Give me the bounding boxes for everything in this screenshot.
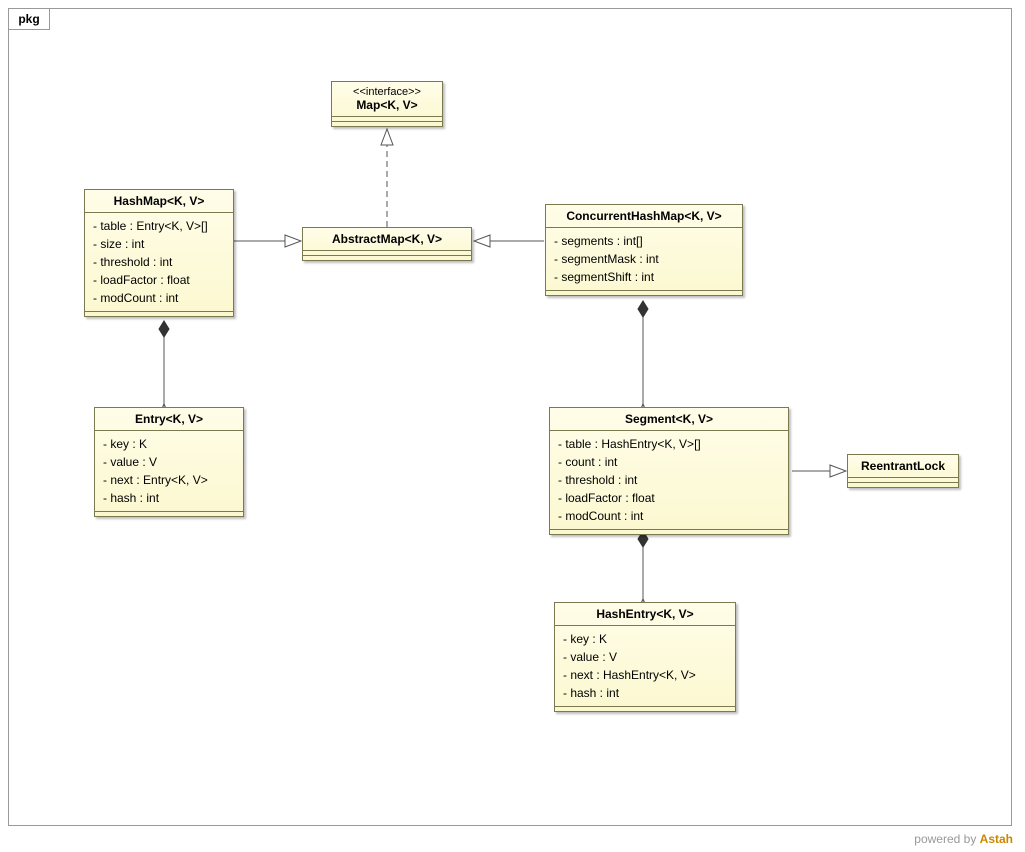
class-reentrantlock: ReentrantLock: [847, 454, 959, 488]
class-segment-attrs: - table : HashEntry<K, V>[] - count : in…: [550, 431, 788, 529]
attr: - hash : int: [103, 489, 235, 507]
class-hashmap-attrs: - table : Entry<K, V>[] - size : int - t…: [85, 213, 233, 311]
class-hashmap-header: HashMap<K, V>: [85, 190, 233, 213]
class-hashentry-header: HashEntry<K, V>: [555, 603, 735, 626]
attr: - value : V: [563, 648, 727, 666]
attr: - segments : int[]: [554, 232, 734, 250]
attr: - segmentShift : int: [554, 268, 734, 286]
footer-credit: powered by Astah: [914, 832, 1013, 846]
attr: - modCount : int: [93, 289, 225, 307]
class-concurrenthashmap: ConcurrentHashMap<K, V> - segments : int…: [545, 204, 743, 296]
footer-brand: Astah: [980, 832, 1013, 846]
class-segment: Segment<K, V> - table : HashEntry<K, V>[…: [549, 407, 789, 535]
attr: - key : K: [563, 630, 727, 648]
class-map-name: Map<K, V>: [356, 98, 417, 112]
footer-prefix: powered by: [914, 832, 979, 846]
attr: - key : K: [103, 435, 235, 453]
class-concurrenthashmap-name: ConcurrentHashMap<K, V>: [566, 209, 721, 223]
class-hashentry: HashEntry<K, V> - key : K - value : V - …: [554, 602, 736, 712]
attr: - size : int: [93, 235, 225, 253]
class-abstractmap-name: AbstractMap<K, V>: [332, 232, 442, 246]
class-reentrantlock-header: ReentrantLock: [848, 455, 958, 478]
attr: - count : int: [558, 453, 780, 471]
attr: - loadFactor : float: [558, 489, 780, 507]
attr: - threshold : int: [558, 471, 780, 489]
class-entry-name: Entry<K, V>: [135, 412, 203, 426]
attr: - value : V: [103, 453, 235, 471]
attr: - table : HashEntry<K, V>[]: [558, 435, 780, 453]
class-segment-header: Segment<K, V>: [550, 408, 788, 431]
class-entry-attrs: - key : K - value : V - next : Entry<K, …: [95, 431, 243, 511]
package-tab: pkg: [8, 8, 50, 30]
class-hashmap: HashMap<K, V> - table : Entry<K, V>[] - …: [84, 189, 234, 317]
class-hashentry-attrs: - key : K - value : V - next : HashEntry…: [555, 626, 735, 706]
attr: - table : Entry<K, V>[]: [93, 217, 225, 235]
class-abstractmap-header: AbstractMap<K, V>: [303, 228, 471, 251]
class-concurrenthashmap-header: ConcurrentHashMap<K, V>: [546, 205, 742, 228]
class-abstractmap: AbstractMap<K, V>: [302, 227, 472, 261]
class-segment-name: Segment<K, V>: [625, 412, 713, 426]
attr: - threshold : int: [93, 253, 225, 271]
attr: - modCount : int: [558, 507, 780, 525]
class-map-stereotype: <<interface>>: [340, 86, 434, 98]
attr: - next : Entry<K, V>: [103, 471, 235, 489]
class-map-header: <<interface>> Map<K, V>: [332, 82, 442, 117]
class-reentrantlock-name: ReentrantLock: [861, 459, 945, 473]
diagram-canvas: pkg <<interface>: [8, 8, 1012, 826]
class-concurrenthashmap-attrs: - segments : int[] - segmentMask : int -…: [546, 228, 742, 290]
attr: - segmentMask : int: [554, 250, 734, 268]
class-entry-header: Entry<K, V>: [95, 408, 243, 431]
class-entry: Entry<K, V> - key : K - value : V - next…: [94, 407, 244, 517]
attr: - next : HashEntry<K, V>: [563, 666, 727, 684]
class-hashentry-name: HashEntry<K, V>: [596, 607, 693, 621]
class-hashmap-name: HashMap<K, V>: [114, 194, 205, 208]
attr: - hash : int: [563, 684, 727, 702]
attr: - loadFactor : float: [93, 271, 225, 289]
class-map: <<interface>> Map<K, V>: [331, 81, 443, 127]
package-label: pkg: [18, 12, 39, 26]
